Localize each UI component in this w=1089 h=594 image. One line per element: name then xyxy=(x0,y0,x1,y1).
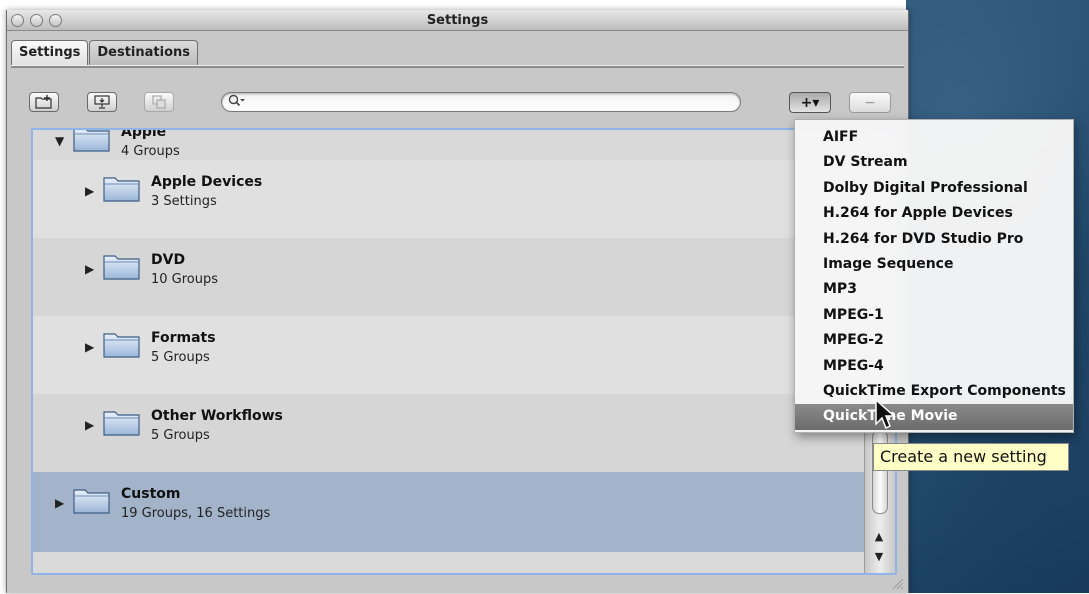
menu-item[interactable]: MPEG-2 xyxy=(795,328,1073,353)
tab-settings[interactable]: Settings xyxy=(11,40,89,65)
group-subtitle: 19 Groups, 16 Settings xyxy=(121,506,271,521)
group-name: Other Workflows xyxy=(151,408,283,424)
magnifier-icon[interactable] xyxy=(228,94,246,111)
title-bar[interactable]: Settings xyxy=(7,10,908,31)
group-name: Apple Devices xyxy=(151,174,263,190)
scroll-up-arrow[interactable]: ▲ xyxy=(870,530,888,546)
list-row-group[interactable]: ▶ DVD 10 Groups xyxy=(33,238,865,316)
duplicate-button[interactable] xyxy=(144,92,174,112)
group-subtitle: 3 Settings xyxy=(151,194,217,209)
menu-item[interactable]: MP3 xyxy=(795,277,1073,302)
settings-list[interactable]: ▶ Custom 19 Groups, 16 Settings ▶ Other Wo… xyxy=(31,128,897,575)
list-row-group[interactable]: ▶ Apple Devices 3 Settings xyxy=(33,160,865,238)
disclosure-triangle-icon[interactable]: ▶ xyxy=(85,262,94,276)
resize-grip[interactable] xyxy=(890,575,904,590)
tab-divider xyxy=(11,65,904,68)
group-subtitle: 4 Groups xyxy=(121,144,180,159)
menu-item[interactable]: H.264 for DVD Studio Pro xyxy=(795,227,1073,252)
list-row-group[interactable]: ▶ Formats 5 Groups xyxy=(33,316,865,394)
disclosure-triangle-icon[interactable]: ▼ xyxy=(55,134,64,148)
group-name: Formats xyxy=(151,330,216,346)
menu-item[interactable]: MPEG-1 xyxy=(795,303,1073,328)
folder-icon xyxy=(103,330,141,358)
folder-plus-icon xyxy=(35,95,52,109)
remove-setting-button[interactable]: − xyxy=(849,92,891,113)
menu-item[interactable]: MPEG-4 xyxy=(795,354,1073,379)
add-setting-menu-button[interactable]: +▾ xyxy=(789,92,831,113)
menu-item[interactable]: QuickTime Export Components xyxy=(795,379,1073,404)
menu-item[interactable]: Image Sequence xyxy=(795,252,1073,277)
monitor-icon xyxy=(94,95,110,109)
duplicate-icon xyxy=(152,95,166,109)
settings-window: Settings Settings Destinations ▶ Custom … xyxy=(6,10,909,593)
folder-icon xyxy=(73,486,111,514)
add-setting-menu: AIFF DV Stream Dolby Digital Professional H… xyxy=(794,119,1074,433)
disclosure-triangle-icon[interactable]: ▶ xyxy=(85,418,94,432)
list-row-group[interactable]: ▼ Apple 4 Groups xyxy=(33,128,865,160)
tooltip: Create a new setting xyxy=(873,443,1069,471)
group-subtitle: 10 Groups xyxy=(151,272,219,287)
menu-item[interactable]: H.264 for Apple Devices xyxy=(795,201,1073,226)
disclosure-triangle-icon[interactable]: ▶ xyxy=(85,340,94,354)
scroll-down-arrow[interactable]: ▼ xyxy=(870,550,888,566)
new-group-button[interactable] xyxy=(29,92,59,112)
tab-bar: Settings Destinations xyxy=(11,40,199,65)
window-title: Settings xyxy=(426,13,489,28)
folder-icon xyxy=(73,130,111,152)
folder-icon xyxy=(103,174,141,202)
folder-icon xyxy=(103,408,141,436)
disclosure-triangle-icon[interactable]: ▶ xyxy=(85,184,94,198)
list-row-group[interactable]: ▶ Custom 19 Groups, 16 Settings xyxy=(33,472,865,552)
mouse-pointer-icon xyxy=(875,398,896,430)
disclosure-triangle-icon[interactable]: ▶ xyxy=(55,496,64,510)
search-input[interactable] xyxy=(252,94,736,112)
menu-item[interactable]: AIFF xyxy=(795,125,1073,150)
new-setting-button[interactable] xyxy=(87,92,117,112)
group-subtitle: 5 Groups xyxy=(151,350,210,365)
folder-icon xyxy=(103,252,141,280)
group-name: DVD xyxy=(151,252,186,268)
group-name: Apple xyxy=(121,128,167,140)
search-field[interactable] xyxy=(221,92,741,112)
menu-item[interactable]: DV Stream xyxy=(795,150,1073,175)
group-subtitle: 5 Groups xyxy=(151,428,210,443)
tab-destinations[interactable]: Destinations xyxy=(89,40,199,65)
menu-item[interactable]: Dolby Digital Professional xyxy=(795,176,1073,201)
list-row-group[interactable]: ▶ Other Workflows 5 Groups xyxy=(33,394,865,472)
menu-item[interactable]: QuickTime Movie xyxy=(795,404,1073,430)
group-name: Custom xyxy=(121,486,181,502)
